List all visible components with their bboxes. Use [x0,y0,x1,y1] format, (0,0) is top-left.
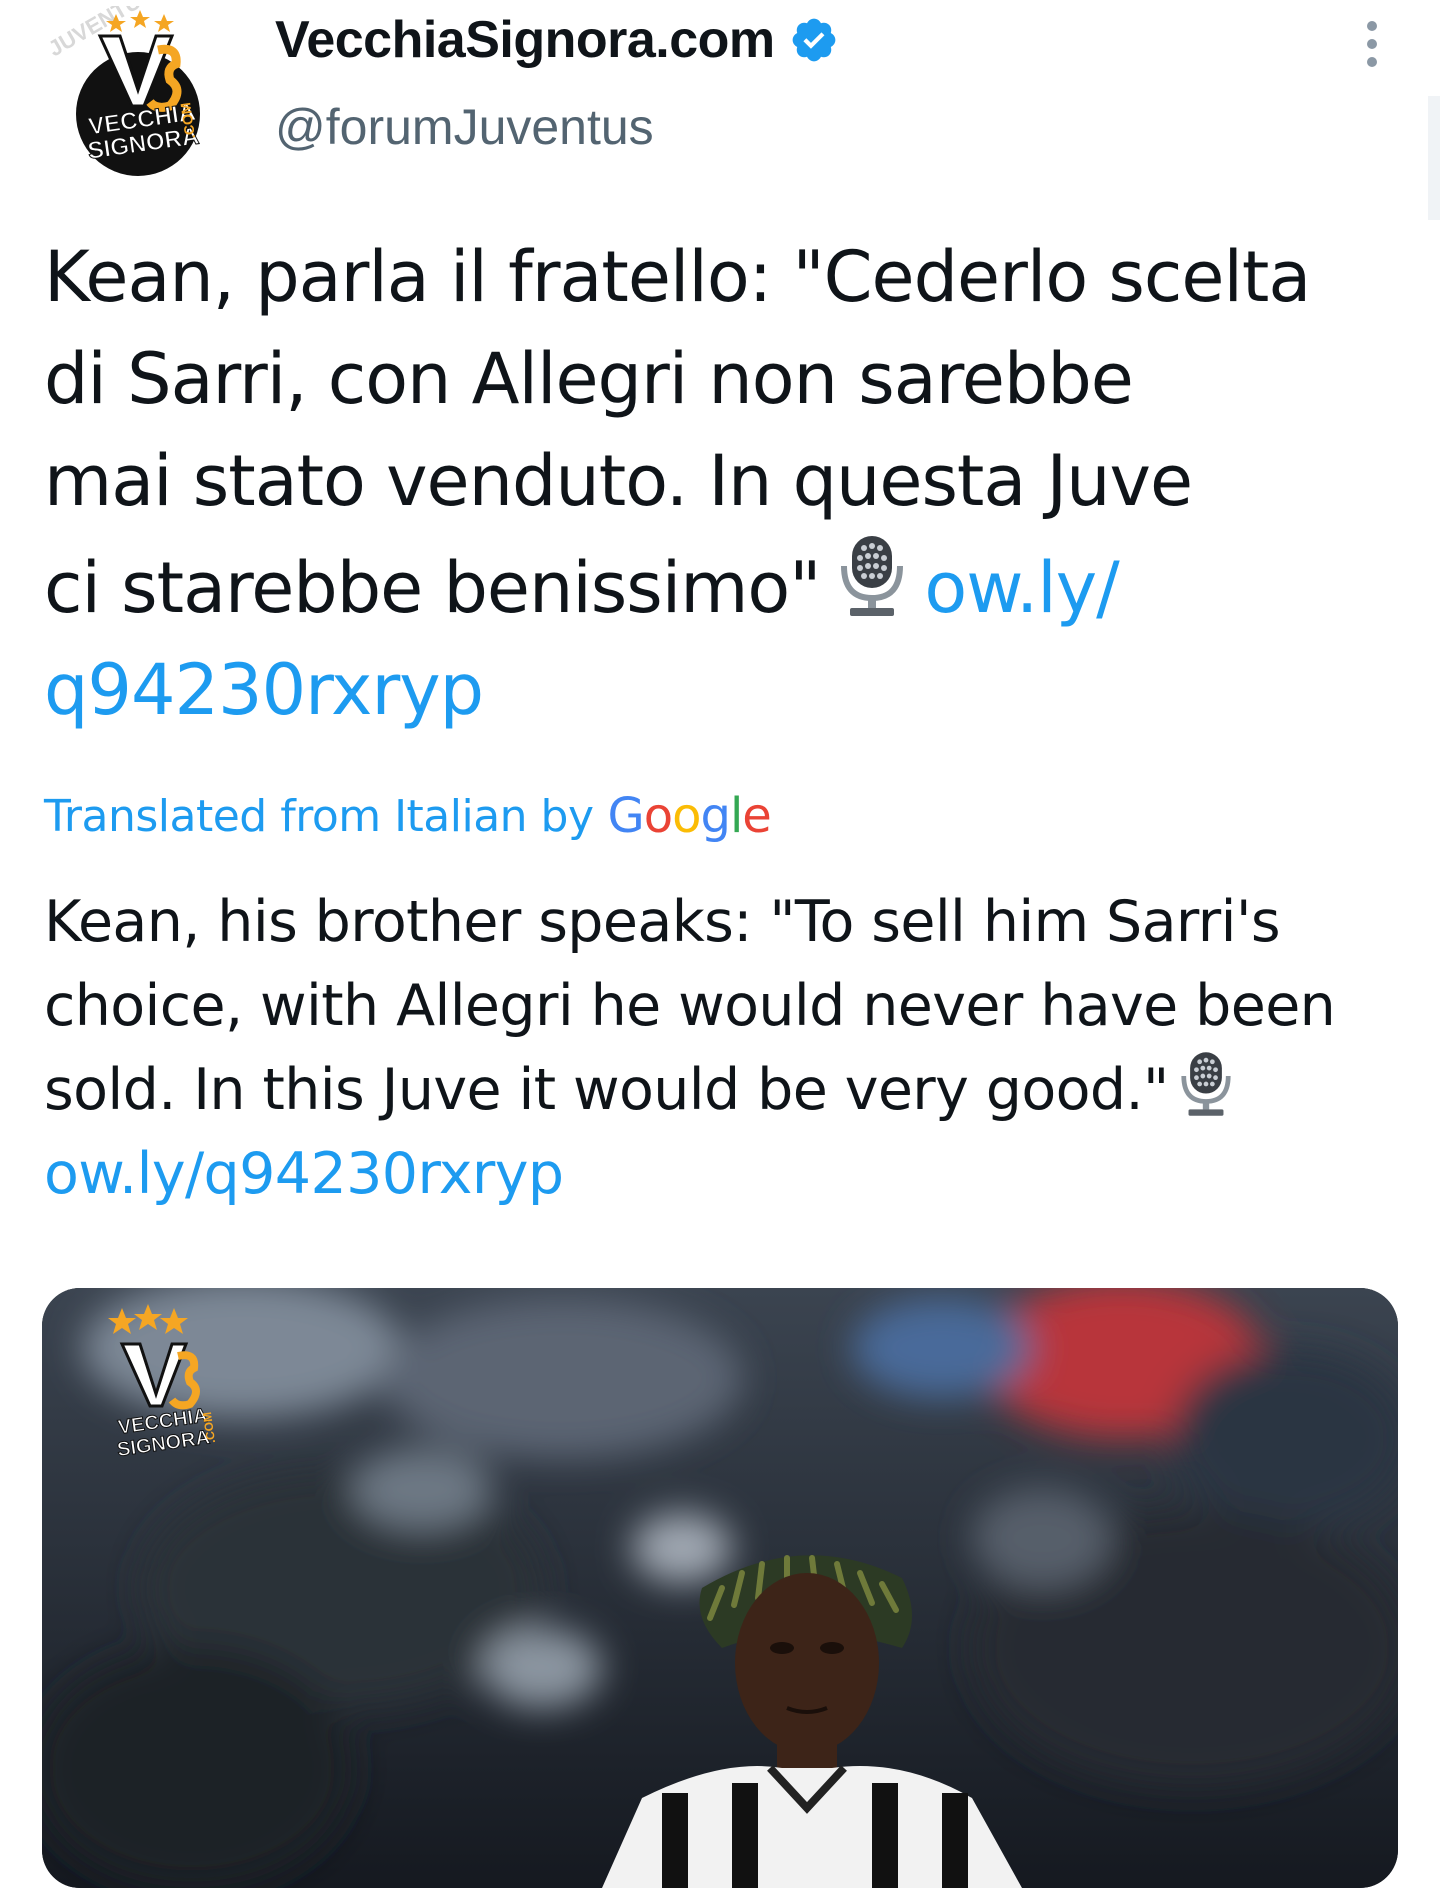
account-handle[interactable]: @forumJuventus [275,98,654,156]
verified-badge-icon [792,18,836,62]
translated-text-line: choice, with Allegri he would never have… [44,973,1336,1039]
translated-text-line: Kean, his brother speaks: "To sell him S… [44,889,1281,955]
tweet-text: Kean, parla il fratello: "Cederlo scelta… [44,226,1404,741]
vecchiasignora-logo-icon: JUVENTUS VECCHIA SIGNORA .COM [44,0,201,176]
tweet-text-line: ci starebbe benissimo" [44,547,821,629]
scrollbar-thumb[interactable] [1428,96,1440,220]
tweet-media-image[interactable]: VECCHIA SIGNORA .COM [42,1288,1398,1888]
microphone-icon [841,536,904,616]
more-options-icon[interactable] [1352,16,1392,76]
tweet-link-part[interactable]: ow.ly/ [924,547,1119,629]
display-name[interactable]: VecchiaSignora.com [275,10,775,70]
google-logo-icon: Google [607,788,772,844]
tweet-text-line: Kean, parla il fratello: "Cederlo scelta [44,236,1311,318]
tweet-text-line: mai stato venduto. In questa Juve [44,440,1193,522]
translated-link[interactable]: ow.ly/q94230rxryp [44,1132,1414,1216]
tweet-header: JUVENTUS VECCHIA SIGNORA .COM VecchiaSig… [0,0,1440,220]
translated-text-line-with-icon: sold. In this Juve it would be very good… [44,1048,1414,1132]
tweet-text-line-with-link: ci starebbe benissimo" ow.ly/ [44,532,1404,639]
translation-attribution[interactable]: Translated from Italian by Google [44,786,772,846]
translated-label: Translated from Italian by [44,790,594,842]
display-name-row: VecchiaSignora.com [275,8,839,72]
translated-text: Kean, his brother speaks: "To sell him S… [44,880,1414,1216]
avatar[interactable]: JUVENTUS VECCHIA SIGNORA .COM [44,0,226,176]
kean-photo: VECCHIA SIGNORA .COM [42,1288,1398,1888]
microphone-icon [1181,1052,1231,1116]
tweet-text-line: di Sarri, con Allegri non sarebbe [44,338,1134,420]
translated-text-line: sold. In this Juve it would be very good… [44,1057,1169,1123]
tweet-link-part[interactable]: q94230rxryp [44,639,1404,741]
